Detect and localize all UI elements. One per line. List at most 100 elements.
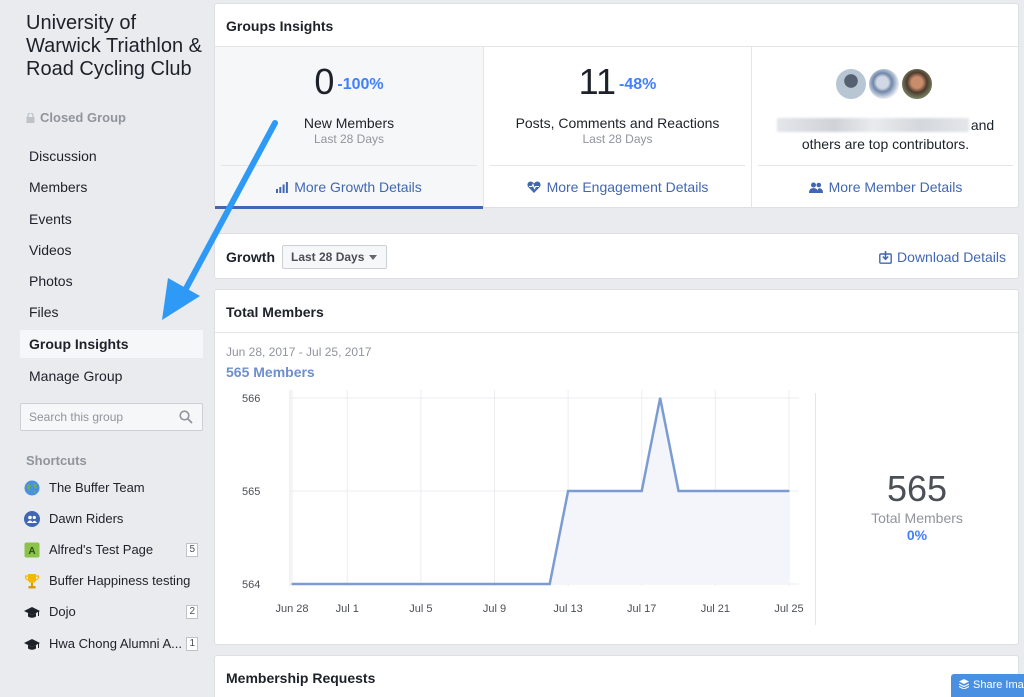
shortcut-label: Dojo	[49, 604, 76, 619]
chart-x-tick-label: Jul 25	[774, 603, 803, 615]
graduation-cap-icon	[24, 607, 40, 618]
download-details-label: Download Details	[897, 249, 1006, 265]
top-contributors-avatars	[752, 68, 1019, 100]
layers-icon	[958, 679, 970, 690]
chart-point	[696, 490, 698, 492]
chart-x-tick-label: Jul 5	[409, 603, 432, 615]
new-members-change: -100%	[337, 76, 384, 93]
chart-point	[364, 583, 367, 585]
chart-point	[401, 583, 404, 585]
chart-point	[640, 490, 643, 492]
chart-point	[659, 397, 661, 399]
shortcut-item[interactable]: Hwa Chong Alumni A... 1	[24, 632, 204, 656]
contributors-panel: and others are top contributors. More Me…	[751, 47, 1019, 208]
more-member-details-label: More Member Details	[828, 179, 963, 195]
chart-point	[493, 583, 496, 585]
avatar[interactable]	[835, 68, 867, 100]
group-search	[20, 403, 203, 431]
chart-point	[769, 490, 772, 492]
total-members-value: 565	[886, 468, 948, 509]
heart-pulse-icon	[526, 181, 541, 193]
count-badge: 2	[186, 605, 198, 619]
avatar[interactable]	[868, 68, 900, 100]
total-members-stat-label: Total Members	[871, 510, 963, 526]
chart-x-tick-label: Jul 17	[627, 603, 656, 615]
total-members-change: 0%	[906, 527, 928, 543]
chart-point	[530, 583, 533, 585]
shortcut-item[interactable]: The Buffer Team	[24, 476, 204, 500]
more-engagement-details-link[interactable]: More Engagement Details	[484, 179, 751, 195]
share-image-button[interactable]: Share Imag	[951, 674, 1024, 697]
chart-point	[420, 583, 422, 585]
chart-point	[732, 490, 735, 492]
members-count-label: 565 Members	[226, 364, 315, 380]
group-privacy: Closed Group	[26, 110, 126, 125]
chart-x-tick-label: Jul 1	[336, 603, 359, 615]
divider	[490, 165, 745, 166]
engagement-value: 11	[578, 61, 616, 102]
count-badge: 5	[186, 543, 198, 557]
graduation-cap-icon	[24, 639, 40, 650]
chart-y-tick-label: 565	[242, 486, 260, 498]
shortcut-item[interactable]: Dawn Riders	[24, 507, 204, 531]
page-icon: A	[24, 542, 40, 558]
more-engagement-details-label: More Engagement Details	[546, 179, 709, 195]
shortcut-label: Buffer Happiness testing	[49, 573, 191, 588]
chart-y-tick-label: 564	[242, 579, 260, 591]
shortcut-label: Alfred's Test Page	[49, 542, 154, 557]
chart-point	[475, 583, 477, 585]
trophy-icon	[24, 574, 40, 589]
sidebar: University of Warwick Triathlon & Road C…	[0, 0, 212, 697]
count-badge: 1	[186, 637, 198, 651]
new-members-stat: 0 -100%	[215, 61, 483, 103]
group-name[interactable]: University of Warwick Triathlon & Road C…	[26, 12, 206, 81]
chart-point	[567, 490, 569, 492]
chart-point	[309, 583, 312, 585]
membership-requests-card: Membership Requests	[214, 655, 1019, 697]
engagement-stat: 11 -48%	[484, 61, 751, 103]
avatar[interactable]	[901, 68, 933, 100]
new-members-value: 0	[314, 61, 335, 102]
lock-icon	[26, 113, 35, 123]
growth-toolbar: Growth Last 28 Days Download Details	[214, 233, 1019, 279]
chart-x-tick-label: Jul 9	[483, 603, 506, 615]
sidebar-item-manage-group[interactable]: Manage Group	[20, 362, 203, 390]
group-icon	[24, 511, 40, 527]
chart-point	[677, 490, 680, 492]
people-icon	[808, 182, 823, 193]
share-image-label: Share Imag	[973, 679, 1024, 691]
shortcut-label: The Buffer Team	[49, 480, 145, 495]
chart-point	[604, 490, 606, 492]
chart-point	[456, 583, 459, 585]
annotation-arrow-icon	[162, 120, 278, 320]
total-members-card: Total Members Jun 28, 2017 - Jul 25, 201…	[214, 289, 1019, 645]
download-details-link[interactable]: Download Details	[879, 249, 1006, 265]
chart-x-tick-label: Jul 21	[701, 603, 730, 615]
shortcut-label: Dawn Riders	[49, 511, 124, 526]
globe-icon	[24, 480, 40, 496]
top-contributors-text: and others are top contributors.	[772, 116, 999, 154]
shortcut-item[interactable]: Buffer Happiness testing	[24, 569, 204, 593]
chart-point	[346, 583, 349, 585]
search-icon[interactable]	[179, 410, 193, 424]
shortcut-item[interactable]: A Alfred's Test Page 5	[24, 538, 204, 562]
engagement-change: -48%	[619, 76, 657, 93]
insights-card: Groups Insights 0 -100% New Members Last …	[214, 3, 1019, 209]
engagement-period: Last 28 Days	[582, 132, 653, 146]
chart-point	[512, 583, 514, 585]
chart-point	[548, 583, 551, 585]
chart-point	[714, 490, 717, 492]
chart-date-range: Jun 28, 2017 - Jul 25, 2017	[226, 345, 372, 359]
search-input[interactable]	[21, 404, 171, 430]
chart-point	[788, 490, 790, 492]
more-member-details-link[interactable]: More Member Details	[752, 179, 1019, 195]
svg-text:A: A	[28, 546, 35, 557]
chart-point	[438, 583, 441, 585]
membership-requests-title: Membership Requests	[226, 670, 376, 686]
sidebar-item-group-insights[interactable]: Group Insights	[20, 330, 203, 358]
date-range-dropdown[interactable]: Last 28 Days	[282, 245, 387, 269]
shortcut-item[interactable]: Dojo 2	[24, 600, 204, 624]
caret-down-icon	[369, 255, 377, 260]
shortcuts-title: Shortcuts	[26, 453, 87, 468]
date-range-value: Last 28 Days	[291, 250, 365, 264]
